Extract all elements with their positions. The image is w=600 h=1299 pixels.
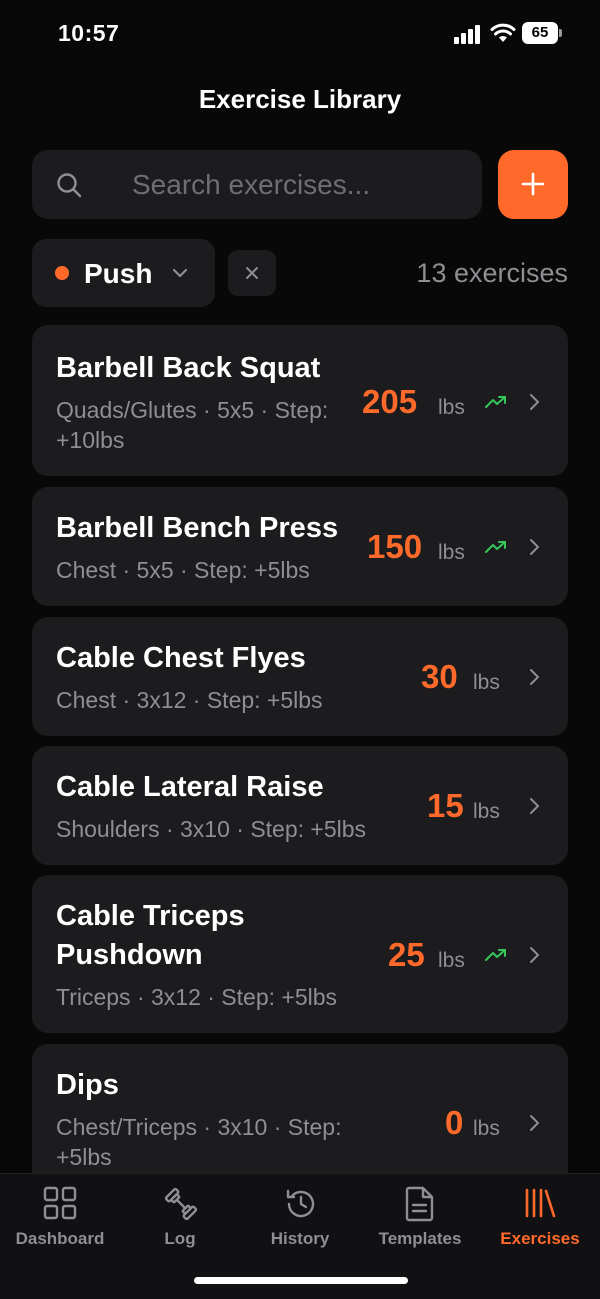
battery-icon: 65 xyxy=(522,22,562,44)
exercise-meta: Quads/Glutes · 5x5 · Step: +10lbs xyxy=(56,397,329,453)
exercise-name: Barbell Back Squat xyxy=(56,352,321,384)
exercise-meta: Triceps · 3x12 · Step: +5lbs xyxy=(56,984,338,1010)
trending-up-icon xyxy=(485,541,506,553)
exercise-name: Cable Lateral Raise xyxy=(56,771,324,803)
tab-label: Log xyxy=(164,1229,196,1248)
exercise-count: 13 exercises xyxy=(416,258,568,288)
document-icon xyxy=(405,1186,434,1222)
wifi-icon xyxy=(490,23,516,42)
clear-filter-button[interactable] xyxy=(228,250,276,296)
trending-up-icon xyxy=(485,949,506,961)
exercise-meta: Chest · 5x5 · Step: +5lbs xyxy=(56,557,310,583)
chevron-right-icon xyxy=(530,1115,539,1131)
weight-unit: lbs xyxy=(473,671,500,694)
page-title: Exercise Library xyxy=(198,84,402,114)
exercise-list[interactable]: Barbell Back Squat Quads/Glutes · 5x5 · … xyxy=(32,325,568,1173)
exercise-name: Cable Chest Flyes xyxy=(56,642,306,674)
dumbbell-icon xyxy=(164,1187,198,1221)
exercise-weight: 25 xyxy=(388,936,425,973)
category-color-dot xyxy=(55,266,69,280)
tab-label: Dashboard xyxy=(15,1229,105,1248)
status-bar: 10:57 65 xyxy=(0,0,600,70)
trending-up-icon xyxy=(485,396,506,408)
chevron-down-icon xyxy=(172,268,188,278)
exercise-card[interactable]: Cable Lateral Raise Shoulders · 3x10 · S… xyxy=(32,746,568,865)
category-filter-dropdown[interactable]: Push xyxy=(32,239,215,307)
weight-unit: lbs xyxy=(438,949,465,972)
exercise-weight: 0 xyxy=(445,1104,464,1141)
search-input[interactable] xyxy=(132,150,472,219)
exercise-weight: 205 xyxy=(362,383,418,420)
chevron-right-icon xyxy=(530,539,539,555)
plus-icon xyxy=(521,172,545,196)
weight-unit: lbs xyxy=(438,396,465,419)
exercise-name: Dips xyxy=(56,1069,119,1101)
search-bar[interactable] xyxy=(32,150,482,219)
exercise-meta: Chest · 3x12 · Step: +5lbs xyxy=(56,687,323,713)
exercise-card[interactable]: Cable Chest Flyes Chest · 3x12 · Step: +… xyxy=(32,617,568,736)
exercise-card[interactable]: Dips Chest/Triceps · 3x10 · Step: +5lbs … xyxy=(32,1044,568,1173)
exercise-weight: 150 xyxy=(367,528,423,565)
chevron-right-icon xyxy=(530,394,539,410)
exercise-weight: 15 xyxy=(427,787,464,824)
chevron-right-icon xyxy=(530,947,539,963)
exercise-weight: 30 xyxy=(421,658,458,695)
exercise-name: Barbell Bench Press xyxy=(56,512,339,544)
chevron-right-icon xyxy=(530,669,539,685)
weight-unit: lbs xyxy=(473,1117,500,1140)
chevron-right-icon xyxy=(530,798,539,814)
close-icon xyxy=(246,267,258,279)
status-time: 10:57 xyxy=(58,20,120,46)
weight-unit: lbs xyxy=(473,800,500,823)
search-icon xyxy=(57,173,82,198)
tab-label: History xyxy=(270,1229,330,1248)
cellular-signal-icon xyxy=(454,24,484,44)
tab-dashboard[interactable]: Dashboard xyxy=(0,1174,120,1264)
home-indicator xyxy=(194,1277,408,1284)
add-exercise-button[interactable] xyxy=(498,150,568,219)
exercise-meta: Chest/Triceps · 3x10 · Step: +5lbs xyxy=(56,1114,342,1170)
tab-templates[interactable]: Templates xyxy=(360,1174,480,1264)
tab-label: Templates xyxy=(378,1229,462,1248)
category-filter-label: Push xyxy=(84,258,153,289)
tab-exercises[interactable]: Exercises xyxy=(480,1174,600,1264)
exercise-card[interactable]: Barbell Back Squat Quads/Glutes · 5x5 · … xyxy=(32,325,568,476)
tab-label: Exercises xyxy=(500,1229,580,1248)
tab-history[interactable]: History xyxy=(240,1174,360,1264)
weight-unit: lbs xyxy=(438,541,465,564)
grid-icon xyxy=(43,1186,77,1220)
library-icon xyxy=(525,1188,556,1218)
exercise-card[interactable]: Cable Triceps Pushdown Triceps · 3x12 · … xyxy=(32,875,568,1033)
exercise-name: Cable Triceps Pushdown xyxy=(56,900,245,971)
exercise-card[interactable]: Barbell Bench Press Chest · 5x5 · Step: … xyxy=(32,487,568,606)
history-icon xyxy=(286,1189,315,1218)
battery-level: 65 xyxy=(522,22,558,44)
exercise-meta: Shoulders · 3x10 · Step: +5lbs xyxy=(56,816,367,842)
tab-log[interactable]: Log xyxy=(120,1174,240,1264)
